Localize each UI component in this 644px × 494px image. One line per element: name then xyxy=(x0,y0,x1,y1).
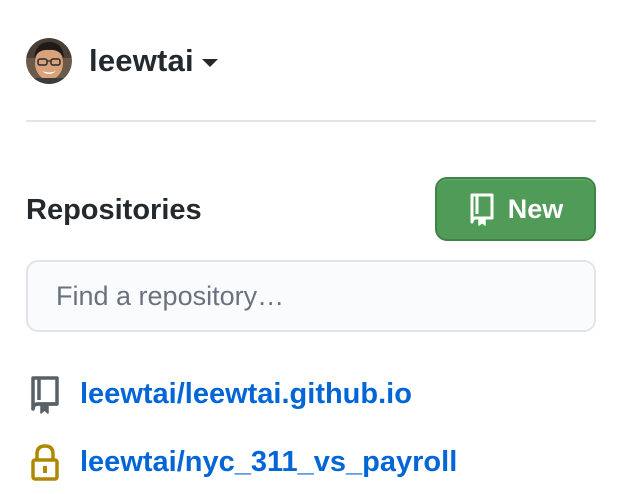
repository-list-item: leewtai/leewtai.github.io xyxy=(26,370,626,418)
repository-link[interactable]: leewtai/leewtai.github.io xyxy=(80,378,412,411)
repo-icon xyxy=(31,376,59,414)
repository-link[interactable]: leewtai/nyc_311_vs_payroll xyxy=(80,446,457,479)
repository-list-item: leewtai/nyc_311_vs_payroll xyxy=(26,438,626,486)
avatar xyxy=(26,38,72,84)
divider xyxy=(26,120,596,122)
account-username: leewtai xyxy=(89,43,194,78)
caret-down-icon xyxy=(201,59,218,67)
repositories-heading: Repositories xyxy=(26,194,202,226)
find-repository-input[interactable] xyxy=(26,260,596,332)
lock-icon xyxy=(31,444,59,481)
repository-list: leewtai/leewtai.github.io leewtai/nyc_31… xyxy=(26,370,626,494)
account-switcher[interactable]: leewtai xyxy=(26,37,218,85)
new-button-label: New xyxy=(507,193,564,224)
dashboard-sidebar: leewtai Repositories New leewtai/leewtai… xyxy=(0,0,644,494)
repo-icon xyxy=(470,193,494,226)
new-repository-button[interactable]: New xyxy=(435,177,596,241)
